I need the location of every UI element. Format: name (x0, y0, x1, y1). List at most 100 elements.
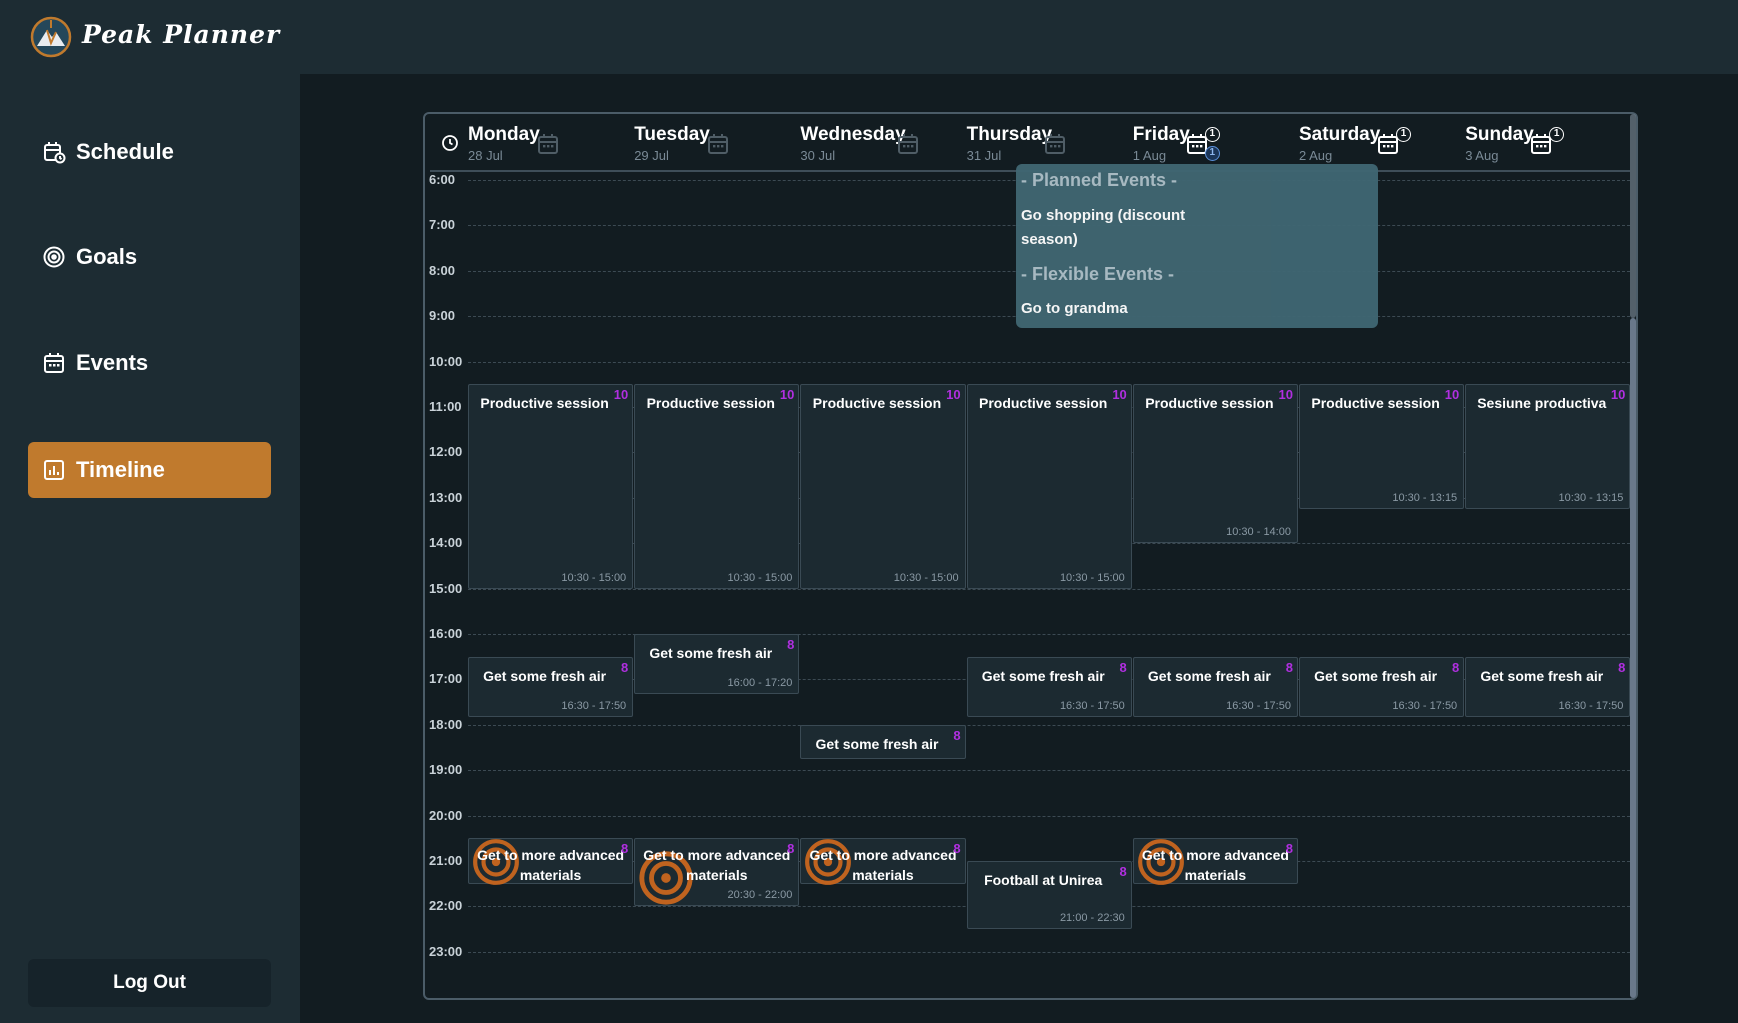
event-priority: 8 (953, 841, 961, 857)
hour-gridline (468, 951, 1630, 953)
event-block[interactable]: Productive session 10 10:30 - 15:00 (468, 384, 634, 589)
event-block[interactable]: Productive session 10 10:30 - 15:00 (634, 384, 800, 589)
hour-label: 14:00 (429, 535, 463, 551)
event-block[interactable]: Productive session 10 10:30 - 14:00 (1132, 384, 1298, 544)
hour-gridline (468, 724, 1630, 726)
scrollbar-track (1630, 114, 1636, 318)
chart-icon (44, 460, 64, 480)
goal-event-block[interactable]: Get to more advanced materials 8 (468, 838, 634, 886)
event-priority: 8 (1119, 864, 1127, 879)
sidebar-item-schedule[interactable]: Schedule (28, 124, 271, 180)
event-block[interactable]: Get some fresh air 8 16:30 - 17:50 (468, 656, 634, 718)
event-priority: 8 (953, 727, 961, 743)
event-priority: 8 (620, 841, 629, 857)
app-header: Peak Planner (0, 0, 1738, 74)
hour-label: 13:00 (429, 489, 463, 505)
event-time-range: 16:30 - 17:50 (1558, 700, 1624, 713)
hour-gridline (468, 770, 1630, 772)
event-block[interactable]: Productive session 10 10:30 - 15:00 (800, 384, 966, 589)
event-title: Productive session (646, 395, 775, 412)
event-title: Sesiune productiva (1477, 395, 1607, 412)
flexible-count-badge: 1 (1204, 146, 1220, 161)
event-block[interactable]: Get some fresh air 8 16:30 - 17:50 (1465, 656, 1631, 718)
event-title: Productive session (812, 395, 942, 412)
sidebar-item-events[interactable]: Events (28, 335, 271, 391)
event-time-range: 16:30 - 17:50 (1392, 700, 1458, 713)
day-header[interactable]: Tuesday 29 Jul (634, 124, 796, 170)
sidebar-item-label: Timeline (76, 457, 165, 482)
event-time-range: 10:30 - 15:00 (561, 571, 627, 584)
day-header[interactable]: Wednesday 30 Jul (800, 124, 962, 170)
event-title: Get some fresh air (981, 667, 1105, 684)
event-time-range: 21:00 - 22:30 (1059, 912, 1125, 925)
event-priority: 8 (1285, 841, 1293, 857)
planned-events-header: - Planned Events - (1021, 170, 1178, 190)
event-block[interactable]: Get some fresh air 8 (800, 724, 966, 759)
event-block[interactable]: Football at Unirea 8 21:00 - 22:30 (966, 861, 1132, 930)
hour-label: 9:00 (429, 308, 456, 324)
event-time-range: 10:30 - 15:00 (893, 571, 959, 584)
event-priority: 10 (779, 387, 795, 403)
event-priority: 8 (1119, 659, 1127, 675)
sidebar: Schedule Goals Events Timeline (0, 74, 300, 1023)
hour-label: 7:00 (429, 217, 456, 233)
event-block[interactable]: Get some fresh air 8 16:30 - 17:50 (966, 656, 1132, 718)
event-block[interactable]: Get some fresh air 8 16:00 - 17:20 (634, 634, 800, 695)
event-title: Get to more advanced materials (643, 847, 791, 884)
sidebar-item-goals[interactable]: Goals (28, 229, 271, 285)
event-title: Get some fresh air (483, 667, 607, 684)
event-time-range: 16:30 - 17:50 (561, 700, 627, 713)
event-priority: 8 (620, 659, 629, 675)
planned-event-item[interactable]: Go shopping (discount season) (1021, 204, 1206, 252)
event-title: Get to more advanced materials (1141, 847, 1289, 884)
event-block[interactable]: Get some fresh air 8 16:30 - 17:50 (1299, 656, 1465, 718)
event-title: Productive session (480, 395, 609, 412)
event-time-range: 20:30 - 22:00 (727, 889, 793, 902)
calendar-icon[interactable] (706, 132, 730, 156)
event-title: Get some fresh air (1314, 667, 1438, 684)
hour-label: 22:00 (429, 898, 463, 914)
goal-event-block[interactable]: Get to more advanced materials 8 20:30 - 2… (634, 838, 800, 907)
day-header[interactable]: Sunday 3 Aug 1 (1465, 124, 1627, 170)
sidebar-item-label: Events (76, 350, 149, 375)
hour-label: 23:00 (429, 943, 463, 959)
event-block[interactable]: Get some fresh air 8 16:30 - 17:50 (1132, 656, 1298, 718)
event-title: Get some fresh air (815, 735, 939, 752)
calendar-icon[interactable] (536, 132, 560, 156)
hour-label: 10:00 (429, 353, 463, 369)
event-title: Get some fresh air (1147, 667, 1271, 684)
event-priority: 8 (787, 841, 795, 857)
day-date: 30 Jul (800, 148, 836, 163)
hour-label: 20:00 (429, 807, 463, 823)
event-time-range: 10:30 - 15:00 (1059, 571, 1125, 584)
day-name: Wednesday (800, 124, 906, 145)
calendar-icon (44, 353, 64, 373)
flexible-event-item[interactable]: Go to grandma (1021, 297, 1128, 321)
event-priority: 10 (1610, 387, 1626, 403)
calendar-icon[interactable] (896, 132, 920, 156)
logout-button[interactable]: Log Out (28, 959, 271, 1007)
event-title: Get to more advanced materials (477, 847, 625, 884)
logo-icon (30, 16, 72, 58)
sidebar-item-timeline[interactable]: Timeline (28, 442, 271, 498)
day-header[interactable]: Monday 28 Jul (468, 124, 630, 170)
sidebar-item-label: Schedule (76, 139, 174, 164)
event-block[interactable]: Sesiune productiva 10 10:30 - 13:15 (1465, 384, 1631, 510)
scrollbar-thumb[interactable] (1630, 318, 1636, 998)
clock-icon (442, 135, 458, 151)
hour-label: 6:00 (429, 172, 456, 187)
target-icon (43, 246, 65, 268)
event-title: Productive session (1311, 395, 1440, 412)
event-title: Get to more advanced materials (809, 847, 957, 884)
hour-label: 17:00 (429, 671, 463, 687)
calendar-icon[interactable] (1043, 132, 1067, 156)
event-title: Get some fresh air (649, 645, 773, 661)
hour-label: 19:00 (429, 762, 463, 778)
goal-event-block[interactable]: Get to more advanced materials 8 (1132, 838, 1298, 886)
event-block[interactable]: Productive session 10 10:30 - 15:00 (966, 384, 1132, 589)
event-priority: 8 (787, 637, 795, 652)
event-block[interactable]: Productive session 10 10:30 - 13:15 (1299, 384, 1465, 510)
event-priority: 10 (946, 387, 961, 403)
event-priority: 10 (1444, 387, 1460, 403)
goal-event-block[interactable]: Get to more advanced materials 8 (800, 838, 966, 886)
